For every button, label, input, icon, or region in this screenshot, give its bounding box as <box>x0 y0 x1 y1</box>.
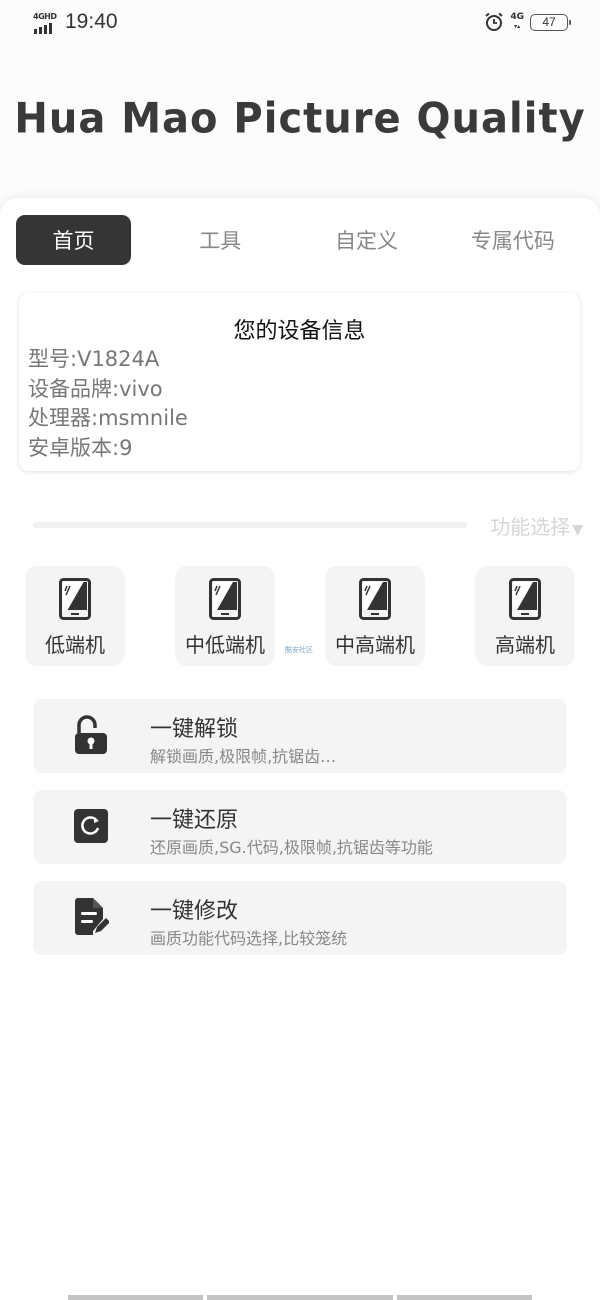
tier-high-end-button[interactable]: 高端机 <box>475 566 575 666</box>
action-description: 解锁画质,极限帧,抗锯齿… <box>150 747 337 766</box>
tier-mid-high-button[interactable]: 中高端机 <box>325 566 425 666</box>
main-sheet: 首页 工具 自定义 专属代码 您的设备信息 型号:V1824A 设备品牌:viv… <box>0 198 600 1300</box>
unlock-icon <box>75 715 107 754</box>
tab-exclusive-code[interactable]: 专属代码 <box>440 215 586 265</box>
dropdown-arrow-icon: ▼ <box>572 522 583 538</box>
signal-icon: 4GHD <box>33 12 59 34</box>
function-select[interactable]: 功能选择 ▼ <box>33 514 583 539</box>
edit-document-icon <box>75 898 109 935</box>
tier-mid-low-button[interactable]: 中低端机 <box>175 566 275 666</box>
device-info-title: 您的设备信息 <box>233 319 366 344</box>
tab-bar: 首页 工具 自定义 专属代码 <box>16 215 586 265</box>
alarm-icon <box>485 12 503 31</box>
tier-label: 高端机 <box>495 633 555 657</box>
clock: 19:40 <box>65 10 118 33</box>
tab-custom[interactable]: 自定义 <box>293 215 439 265</box>
battery-level: 47 <box>542 15 556 29</box>
phone-icon <box>59 578 91 620</box>
action-title: 一键还原 <box>150 808 239 833</box>
device-info-card: 您的设备信息 型号:V1824A 设备品牌:vivo 处理器:msmnile 安… <box>19 293 580 471</box>
status-left: 4GHD 19:40 <box>33 10 118 34</box>
action-title: 一键修改 <box>150 899 239 924</box>
4g-icon: 4G ▾▴ <box>510 12 524 31</box>
device-processor: 处理器:msmnile <box>28 406 188 430</box>
refresh-icon <box>74 809 108 843</box>
tier-label: 低端机 <box>45 633 105 657</box>
function-select-divider <box>33 522 467 528</box>
app-title: Hua Mao Picture Quality <box>14 94 586 144</box>
tier-label: 中低端机 <box>185 633 265 657</box>
one-click-restore-button[interactable]: 一键还原 还原画质,SG.代码,极限帧,抗锯齿等功能 <box>33 790 567 864</box>
battery-icon: 47 <box>530 13 571 31</box>
device-model: 型号:V1824A <box>28 347 160 371</box>
status-bar: 4GHD 19:40 4G ▾▴ 47 <box>0 0 600 46</box>
action-description: 画质功能代码选择,比较笼统 <box>150 929 348 948</box>
function-select-label[interactable]: 功能选择 ▼ <box>490 511 583 540</box>
nav-gesture-bar-center[interactable] <box>207 1295 393 1300</box>
tab-home[interactable]: 首页 <box>16 215 132 265</box>
action-title: 一键解锁 <box>150 717 239 742</box>
tier-low-end-button[interactable]: 低端机 <box>25 566 125 666</box>
tier-label: 中高端机 <box>335 633 415 657</box>
action-description: 还原画质,SG.代码,极限帧,抗锯齿等功能 <box>150 838 433 857</box>
status-right: 4G ▾▴ 47 <box>484 12 571 32</box>
device-tier-grid: 低端机 中低端机 中高端机 高端机 酷安社区 <box>0 566 600 666</box>
phone-icon <box>359 578 391 620</box>
one-click-modify-button[interactable]: 一键修改 画质功能代码选择,比较笼统 <box>33 881 567 955</box>
device-brand: 设备品牌:vivo <box>28 376 163 401</box>
function-select-text: 功能选择 <box>490 515 571 539</box>
android-version: 安卓版本:9 <box>28 435 133 460</box>
tab-tools[interactable]: 工具 <box>147 215 293 265</box>
nav-gesture-bar-left[interactable] <box>68 1295 203 1300</box>
one-click-unlock-button[interactable]: 一键解锁 解锁画质,极限帧,抗锯齿… <box>33 699 567 773</box>
watermark: 酷安社区 <box>285 646 313 654</box>
network-type-left: 4GHD <box>33 12 57 21</box>
phone-icon <box>509 578 541 620</box>
network-type-right: 4G <box>510 12 524 22</box>
phone-icon <box>209 578 241 620</box>
nav-gesture-bar-right[interactable] <box>397 1295 532 1300</box>
